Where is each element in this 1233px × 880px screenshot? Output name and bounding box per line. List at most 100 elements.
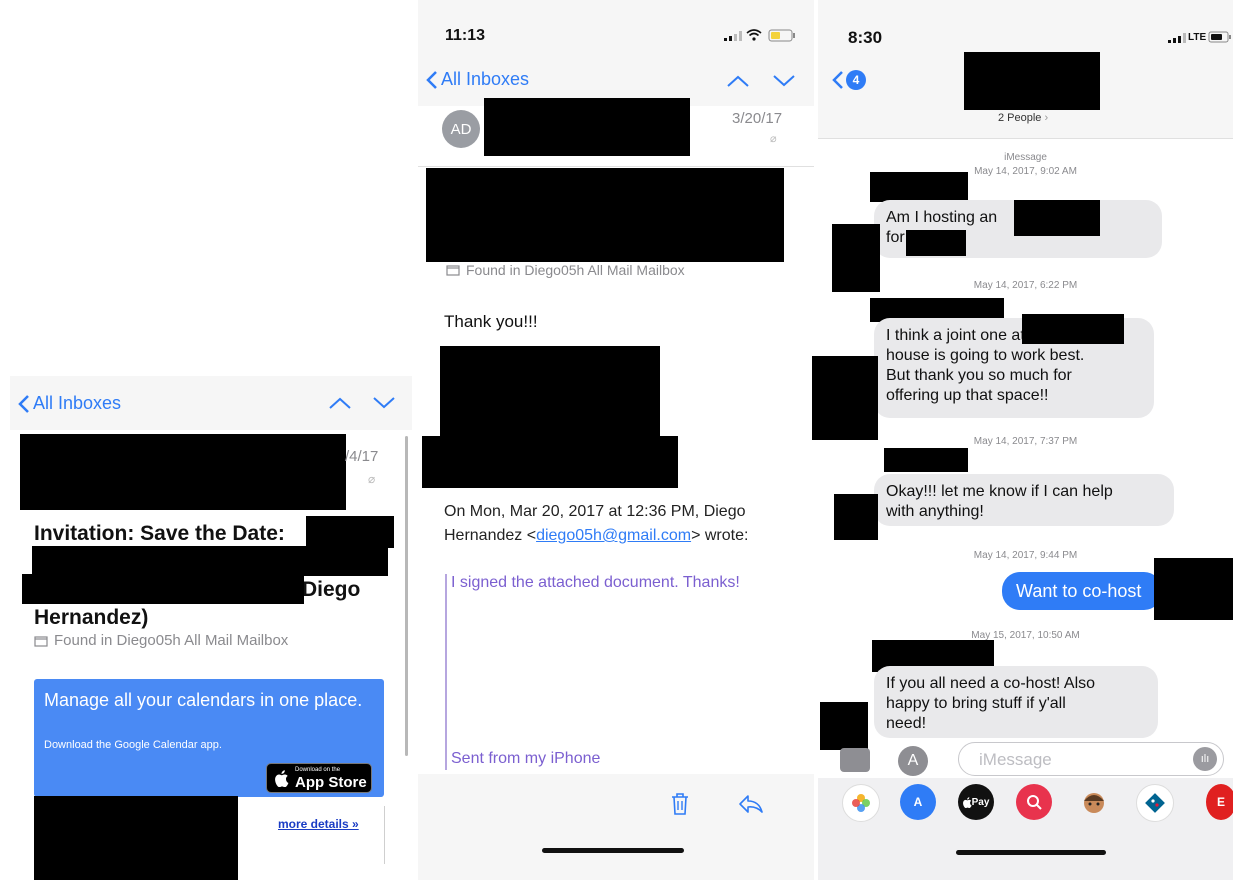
home-indicator[interactable] — [956, 850, 1106, 855]
service-label: iMessage — [1004, 152, 1047, 163]
wifi-icon — [746, 29, 762, 41]
message-text: house is going to work best. — [886, 347, 1085, 364]
pay-label: Pay — [971, 796, 990, 808]
chevron-left-icon — [832, 71, 843, 89]
redacted-footer — [34, 796, 238, 880]
audio-icon[interactable]: ılı — [1193, 747, 1217, 771]
apple-icon — [962, 796, 972, 808]
apple-pay-icon[interactable]: Pay — [958, 784, 994, 820]
people-label: 2 People — [998, 112, 1042, 124]
email-date: /4/17 — [345, 448, 379, 465]
image-search-icon[interactable] — [1016, 784, 1052, 820]
attachment-icon: ⌀ — [368, 472, 376, 486]
chevron-left-icon — [426, 70, 437, 89]
message-text: need! — [886, 715, 927, 732]
status-bar: 11:13 — [418, 0, 814, 56]
trash-icon[interactable] — [670, 792, 690, 816]
divider — [418, 166, 814, 167]
unread-badge: 4 — [846, 70, 866, 90]
message-text: Okay!!! let me know if I can help — [886, 483, 1113, 500]
chevron-down-icon[interactable] — [772, 74, 796, 88]
app-store-icon[interactable]: A — [898, 746, 928, 776]
chevron-up-icon[interactable] — [328, 396, 352, 410]
app-store-icon[interactable]: A — [900, 784, 936, 820]
found-in-text: Found in Diego05h All Mail Mailbox — [466, 262, 685, 278]
home-indicator[interactable] — [542, 848, 684, 853]
message-input[interactable]: iMessage ılı — [958, 742, 1224, 776]
email-date: 3/20/17 — [732, 110, 783, 127]
message-placeholder: iMessage — [979, 750, 1052, 769]
email-body: Thank you!!! — [444, 312, 538, 331]
battery-icon — [768, 29, 795, 42]
message-text: offering up that space!! — [886, 387, 1049, 404]
quote-outro: > wrote: — [691, 527, 749, 544]
redacted-subject-2 — [32, 546, 388, 576]
chevron-right-icon: › — [1044, 112, 1049, 124]
message-bubble[interactable]: Okay!!! let me know if I can help with a… — [874, 474, 1174, 526]
redacted-subject — [426, 168, 784, 262]
chevron-down-icon[interactable] — [372, 396, 396, 410]
redacted-word — [1022, 314, 1124, 344]
message-bubble[interactable]: If you all need a co-host! Also happy to… — [874, 666, 1158, 738]
outgoing-message-bubble[interactable]: Want to co-host — [1002, 572, 1162, 610]
redacted-word — [906, 230, 966, 256]
back-label: All Inboxes — [441, 69, 530, 89]
dominos-icon[interactable] — [1136, 784, 1174, 822]
photos-app-icon[interactable] — [842, 784, 880, 822]
message-text: with anything! — [886, 503, 984, 520]
redacted-sender-name — [884, 448, 968, 472]
redacted-subject-1 — [306, 516, 394, 548]
divider — [384, 806, 385, 864]
redacted-group-name — [964, 52, 1100, 110]
people-button[interactable]: 2 People › — [998, 112, 1048, 124]
apple-icon — [275, 769, 289, 787]
imessage-panel: 8:30 LTE 4 2 People › iMessage May 14, 2… — [812, 0, 1233, 880]
redacted-avatar — [834, 494, 878, 540]
quote-header: On Mon, Mar 20, 2017 at 12:36 PM, Diego … — [444, 500, 794, 548]
chevron-up-icon[interactable] — [726, 74, 750, 88]
more-details-link[interactable]: more details » — [278, 817, 359, 831]
message-text: happy to bring stuff if y'all — [886, 695, 1066, 712]
back-button[interactable]: All Inboxes — [426, 69, 529, 90]
camera-icon[interactable] — [840, 748, 870, 772]
memoji-icon[interactable] — [1076, 784, 1112, 820]
signature-text: Sent from my iPhone — [451, 750, 601, 767]
network-label: LTE — [1188, 32, 1207, 43]
quote-bar — [445, 574, 447, 770]
app-store-button[interactable]: Download on the App Store — [266, 763, 372, 793]
back-button[interactable]: All Inboxes — [18, 393, 121, 414]
status-time: 11:13 — [445, 27, 486, 44]
reply-icon[interactable] — [738, 794, 764, 814]
signal-icon — [1168, 33, 1186, 43]
attachment-icon: ⌀ — [770, 133, 777, 145]
folder-icon — [34, 635, 48, 647]
redacted-avatar — [812, 356, 878, 440]
redacted-signature-1 — [440, 346, 660, 438]
email-panel-calendar: All Inboxes /4/17 ⌀ Invitation: Save the… — [10, 376, 412, 880]
timestamp: May 14, 2017, 7:37 PM — [973, 436, 1078, 447]
email-link[interactable]: diego05h@gmail.com — [536, 527, 691, 544]
signal-icon — [724, 31, 742, 41]
redacted-sender-name — [870, 172, 968, 202]
promo-headline: Manage all your calendars in one place. — [44, 690, 363, 710]
message-text: Am I hosting an — [886, 209, 998, 226]
espn-icon[interactable]: E — [1206, 784, 1233, 820]
message-text: But thank you so much for — [886, 367, 1072, 384]
calendar-promo-card[interactable]: Manage all your calendars in one place. … — [34, 679, 384, 797]
app-drawer: A Pay E — [818, 778, 1233, 880]
redacted-subject-3 — [22, 574, 304, 604]
found-in-label: Found in Diego05h All Mail Mailbox — [446, 262, 685, 278]
folder-icon — [446, 265, 460, 276]
found-in-label: Found in Diego05h All Mail Mailbox — [34, 632, 288, 649]
bottom-toolbar — [418, 774, 814, 880]
status-time: 8:30 — [848, 28, 883, 47]
message-text: If you all need a co-host! Also — [886, 675, 1096, 692]
redacted-sender — [20, 434, 346, 510]
email-panel-document: 11:13 All Inboxes AD 3/20/17 ⌀ Found in … — [418, 0, 814, 880]
avatar: AD — [442, 110, 480, 148]
timestamp: May 14, 2017, 6:22 PM — [973, 280, 1078, 291]
back-button[interactable]: 4 — [832, 70, 866, 90]
redacted-word — [1014, 200, 1100, 236]
scrollbar[interactable] — [405, 436, 408, 756]
conversation-header: 8:30 LTE 4 2 People › — [818, 0, 1233, 139]
